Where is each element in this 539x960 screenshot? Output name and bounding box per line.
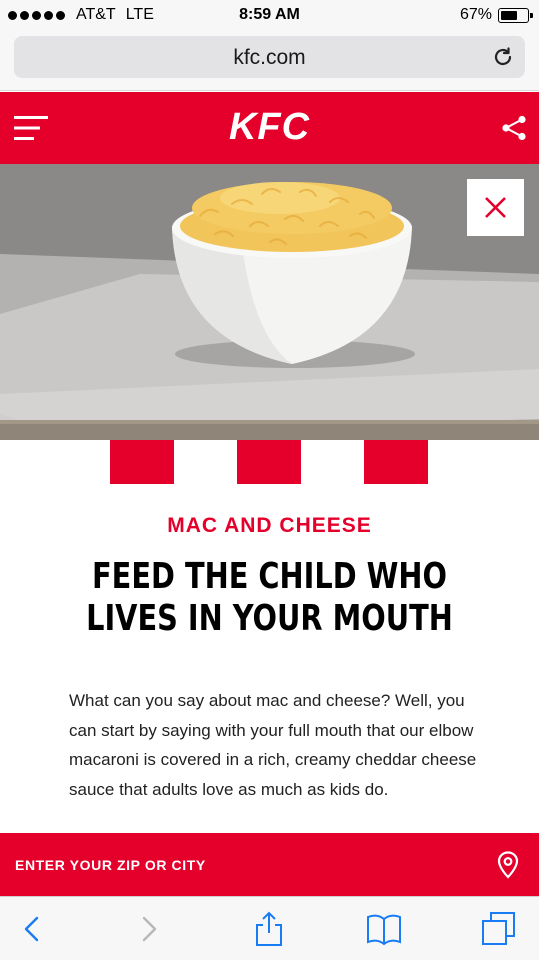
back-icon[interactable] <box>13 911 49 947</box>
tabs-icon[interactable] <box>481 911 517 947</box>
product-description: What can you say about mac and cheese? W… <box>69 691 477 799</box>
battery-icon <box>498 7 533 23</box>
mac-and-cheese-bowl-image <box>0 164 539 440</box>
brand-stripe <box>110 440 174 484</box>
store-locator-bar[interactable]: ENTER YOUR ZIP OR CITY <box>0 833 539 896</box>
bookmarks-icon[interactable] <box>366 911 402 947</box>
share-icon[interactable] <box>501 115 527 141</box>
headline-line: LIVES IN YOUR MOUTH <box>86 598 453 639</box>
status-time: 8:59 AM <box>239 6 300 23</box>
brand-stripe <box>364 440 428 484</box>
browser-toolbar <box>0 896 539 960</box>
kfc-logo[interactable]: KFC <box>0 106 539 149</box>
headline: FEED THE CHILD WHO LIVES IN YOUR MOUTH <box>54 556 485 640</box>
url-text[interactable]: kfc.com <box>14 46 525 70</box>
brand-stripe <box>237 440 301 484</box>
address-bar[interactable]: kfc.com <box>14 36 525 78</box>
close-icon[interactable] <box>467 179 524 236</box>
store-locator-label[interactable]: ENTER YOUR ZIP OR CITY <box>15 857 206 873</box>
hero-image <box>0 164 539 440</box>
browser-address-area: kfc.com <box>0 30 539 91</box>
headline-line: FEED THE CHILD WHO <box>92 556 447 597</box>
battery-percent: 67% <box>459 6 492 23</box>
status-right: 67% <box>459 6 533 24</box>
share-sheet-icon[interactable] <box>251 911 287 947</box>
reload-icon[interactable] <box>491 45 515 69</box>
location-pin-icon[interactable] <box>497 851 519 879</box>
forward-icon[interactable] <box>132 911 168 947</box>
product-name: MAC AND CHEESE <box>167 514 372 537</box>
site-header: KFC <box>0 92 539 164</box>
status-bar: AT&T LTE 8:59 AM 67% <box>0 0 539 30</box>
